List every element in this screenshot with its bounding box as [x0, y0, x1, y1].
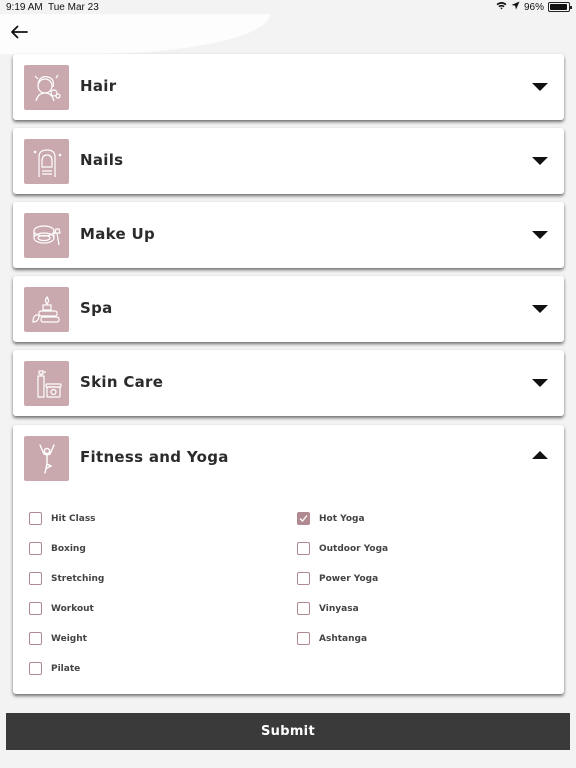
category-title-nails: Nails	[80, 151, 124, 169]
category-title-spa: Spa	[80, 299, 113, 317]
option-label: Vinyasa	[319, 603, 359, 614]
option-stretching[interactable]: Stretching	[29, 572, 104, 585]
category-card-makeup: Make Up	[13, 202, 564, 268]
category-header-makeup[interactable]: Make Up	[13, 202, 564, 268]
checkbox[interactable]	[297, 572, 310, 585]
status-time: 9:19 AM	[6, 2, 43, 13]
category-card-fitness-yoga: Fitness and Yoga Hit Class Boxing Stretc…	[13, 425, 564, 694]
category-card-nails: Nails	[13, 128, 564, 194]
category-card-skin-care: Skin Care	[13, 350, 564, 416]
chevron-down-icon[interactable]	[532, 231, 548, 239]
back-button[interactable]	[8, 22, 30, 44]
header-background	[0, 14, 270, 54]
checkbox[interactable]	[29, 662, 42, 675]
option-pilate[interactable]: Pilate	[29, 662, 80, 675]
chevron-down-icon[interactable]	[532, 379, 548, 387]
battery-percent: 96%	[523, 1, 544, 13]
checkbox[interactable]	[297, 602, 310, 615]
chevron-up-icon[interactable]	[532, 451, 548, 459]
option-boxing[interactable]: Boxing	[29, 542, 86, 555]
status-date: Tue Mar 23	[48, 2, 99, 13]
option-label: Outdoor Yoga	[319, 543, 389, 554]
option-outdoor-yoga[interactable]: Outdoor Yoga	[297, 542, 388, 555]
category-header-nails[interactable]: Nails	[13, 128, 564, 194]
makeup-icon	[24, 213, 69, 258]
fitness-options: Hit Class Boxing Stretching Workout Weig…	[13, 491, 564, 691]
checkbox[interactable]	[297, 512, 310, 525]
category-card-spa: Spa	[13, 276, 564, 342]
checkmark-icon	[299, 515, 308, 522]
arrow-left-icon	[10, 24, 28, 43]
option-label: Workout	[51, 603, 94, 614]
checkbox[interactable]	[29, 542, 42, 555]
yoga-icon	[24, 436, 69, 481]
checkbox[interactable]	[29, 512, 42, 525]
category-title-skin-care: Skin Care	[80, 373, 164, 391]
option-label: Ashtanga	[319, 633, 368, 644]
category-card-hair: Hair	[13, 54, 564, 120]
location-icon	[511, 1, 520, 13]
skin-care-icon	[24, 361, 69, 406]
option-label: Hot Yoga	[319, 513, 365, 524]
checkbox[interactable]	[29, 572, 42, 585]
battery-icon	[548, 2, 572, 12]
option-label: Hit Class	[51, 513, 96, 524]
category-header-fitness-yoga[interactable]: Fitness and Yoga	[13, 425, 564, 491]
option-hot-yoga[interactable]: Hot Yoga	[297, 512, 365, 525]
chevron-down-icon[interactable]	[532, 305, 548, 313]
nails-icon	[24, 139, 69, 184]
option-power-yoga[interactable]: Power Yoga	[297, 572, 378, 585]
checkbox[interactable]	[297, 542, 310, 555]
spa-icon	[24, 287, 69, 332]
option-vinyasa[interactable]: Vinyasa	[297, 602, 359, 615]
category-title-fitness-yoga: Fitness and Yoga	[80, 448, 229, 466]
option-label: Power Yoga	[319, 573, 379, 584]
wifi-icon	[496, 1, 507, 13]
category-header-hair[interactable]: Hair	[13, 54, 564, 120]
option-weight[interactable]: Weight	[29, 632, 87, 645]
hair-icon	[24, 65, 69, 110]
status-right: 96%	[496, 1, 572, 13]
category-title-makeup: Make Up	[80, 225, 156, 243]
option-label: Weight	[51, 633, 87, 644]
option-label: Boxing	[51, 543, 86, 554]
checkbox[interactable]	[29, 602, 42, 615]
submit-button[interactable]: Submit	[6, 713, 570, 750]
category-header-spa[interactable]: Spa	[13, 276, 564, 342]
option-hit-class[interactable]: Hit Class	[29, 512, 96, 525]
option-label: Stretching	[51, 573, 105, 584]
checkbox[interactable]	[29, 632, 42, 645]
battery-fill	[550, 4, 568, 10]
category-header-skin-care[interactable]: Skin Care	[13, 350, 564, 416]
chevron-down-icon[interactable]	[532, 83, 548, 91]
option-ashtanga[interactable]: Ashtanga	[297, 632, 367, 645]
checkbox[interactable]	[297, 632, 310, 645]
category-title-hair: Hair	[80, 77, 117, 95]
option-label: Pilate	[51, 663, 81, 674]
chevron-down-icon[interactable]	[532, 157, 548, 165]
option-workout[interactable]: Workout	[29, 602, 94, 615]
